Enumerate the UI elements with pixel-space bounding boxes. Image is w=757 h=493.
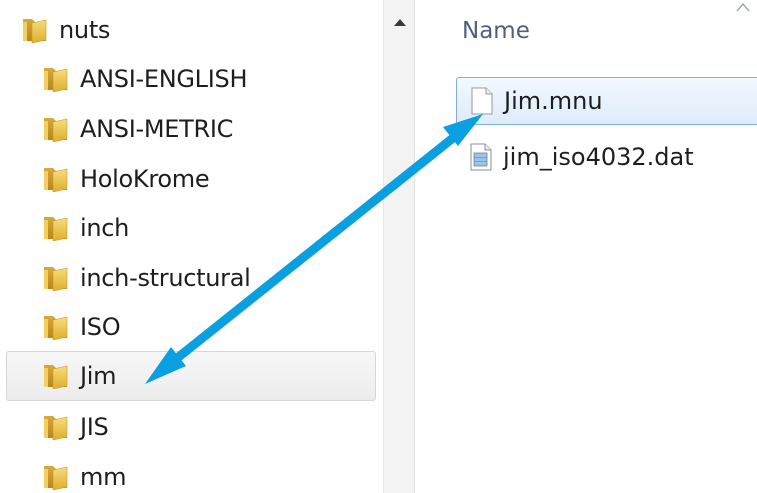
- file-row-jim-iso4032-dat[interactable]: jim_iso4032.dat: [470, 133, 694, 181]
- tree-item-label: ISO: [80, 313, 121, 341]
- folder-icon: [20, 17, 49, 43]
- tree-item-jis[interactable]: JIS: [41, 406, 109, 448]
- scroll-up-arrow-icon: [393, 18, 406, 26]
- file-row-jim-mnu[interactable]: Jim.mnu: [456, 77, 757, 125]
- folder-icon: [41, 66, 70, 92]
- tree-item-label: inch-structural: [80, 264, 251, 292]
- name-column-header[interactable]: Name: [462, 18, 530, 44]
- scroll-up-button[interactable]: [384, 0, 415, 44]
- folder-icon: [41, 314, 70, 340]
- tree-scrollbar[interactable]: [383, 0, 415, 493]
- blank-document-icon: [471, 87, 493, 115]
- folder-icon: [41, 215, 70, 241]
- tree-item-label: ANSI-METRIC: [80, 115, 234, 143]
- folder-icon: [41, 414, 70, 440]
- tree-item-iso[interactable]: ISO: [41, 306, 121, 348]
- tree-item-nuts[interactable]: nuts: [20, 9, 110, 51]
- file-explorer-window: nuts ANSI-ENGLISH ANSI-METRIC HoloKrome …: [0, 0, 757, 493]
- folder-icon: [41, 363, 70, 389]
- sort-ascending-icon: [736, 2, 750, 12]
- tree-item-holokrome[interactable]: HoloKrome: [41, 158, 210, 200]
- tree-item-ansi-english[interactable]: ANSI-ENGLISH: [41, 58, 248, 100]
- file-name: jim_iso4032.dat: [503, 143, 694, 171]
- tree-item-inch[interactable]: inch: [41, 207, 129, 249]
- folder-icon: [41, 265, 70, 291]
- folder-icon: [41, 116, 70, 142]
- data-file-icon: [470, 143, 492, 171]
- tree-item-label: Jim: [80, 362, 117, 390]
- tree-item-label: nuts: [59, 16, 111, 44]
- tree-item-jim[interactable]: Jim: [6, 351, 376, 401]
- tree-item-label: ANSI-ENGLISH: [80, 65, 248, 93]
- navigation-tree: nuts ANSI-ENGLISH ANSI-METRIC HoloKrome …: [0, 0, 383, 493]
- tree-item-mm[interactable]: mm: [41, 456, 126, 493]
- tree-item-label: HoloKrome: [80, 165, 210, 193]
- tree-item-label: inch: [80, 214, 130, 242]
- folder-icon: [41, 464, 70, 490]
- tree-item-inch-structural[interactable]: inch-structural: [41, 257, 251, 299]
- file-name: Jim.mnu: [504, 87, 603, 115]
- folder-icon: [41, 166, 70, 192]
- tree-item-ansi-metric[interactable]: ANSI-METRIC: [41, 108, 233, 150]
- tree-item-label: JIS: [80, 413, 109, 441]
- file-list: Name Jim.mnu jim_iso4032.dat: [415, 0, 757, 493]
- tree-item-label: mm: [80, 463, 127, 491]
